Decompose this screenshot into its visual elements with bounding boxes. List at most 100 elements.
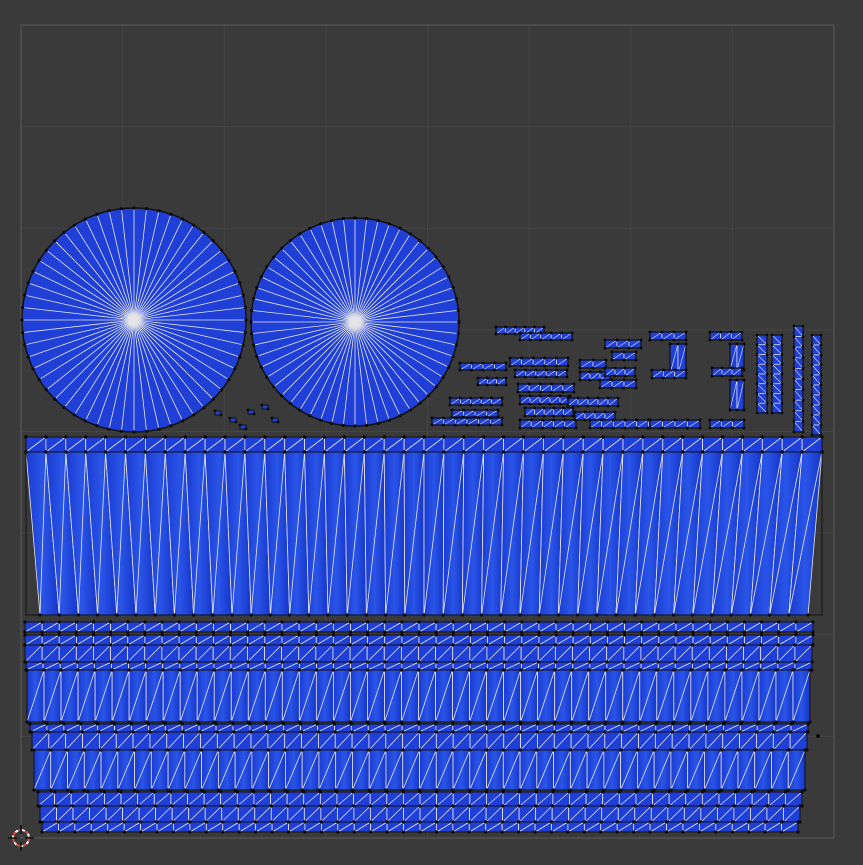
island-vertex	[792, 430, 796, 434]
island-vertex	[318, 790, 322, 794]
island-vertex	[91, 633, 96, 637]
island-vertex	[376, 219, 380, 223]
island-vertex	[345, 613, 349, 617]
island-vertex	[615, 338, 619, 342]
island-vertex	[792, 335, 796, 338]
island-vertex	[774, 668, 778, 672]
island-vertex	[755, 401, 759, 405]
island-vertex	[777, 630, 781, 634]
island-vertex	[62, 230, 66, 235]
vertical-uv-island	[792, 324, 805, 434]
island-vertex	[441, 613, 445, 617]
island-vertex	[742, 342, 746, 346]
island-vertex	[493, 368, 496, 372]
island-vertex	[613, 374, 617, 378]
island-vertex	[74, 630, 78, 634]
island-vertex	[691, 630, 695, 634]
island-vertex	[495, 376, 499, 380]
island-vertex	[442, 435, 446, 439]
island-vertex	[401, 730, 405, 734]
island-vertex	[441, 265, 445, 269]
island-vertex	[819, 333, 823, 337]
island-vertex	[617, 790, 621, 794]
island-vertex	[434, 730, 438, 734]
island-vertex	[178, 660, 182, 664]
island-vertex	[123, 435, 128, 439]
island-vertex	[95, 212, 99, 216]
island-vertex	[551, 748, 556, 752]
island-vertex	[211, 643, 215, 647]
island-vertex	[326, 613, 330, 617]
island-vertex	[581, 450, 585, 454]
island-vertex	[673, 376, 677, 380]
island-vertex	[477, 423, 481, 427]
island-vertex	[650, 376, 654, 380]
vertical-uv-island	[755, 333, 769, 415]
island-vertex	[691, 613, 695, 617]
island-vertex	[250, 748, 254, 752]
island-vertex	[418, 401, 422, 405]
island-vertex	[468, 748, 472, 752]
island-vertex	[523, 325, 527, 329]
island-vertex	[499, 613, 503, 617]
island-vertex	[203, 435, 207, 439]
island-vertex	[759, 643, 763, 647]
island-vertex	[259, 365, 263, 369]
island-vertex	[588, 418, 592, 422]
island-vertex	[102, 790, 107, 794]
island-vertex	[502, 660, 507, 664]
small-uv-island	[566, 396, 620, 408]
uv-islands[interactable]	[20, 206, 824, 834]
island-vertex	[40, 630, 44, 634]
island-vertex	[725, 633, 729, 637]
island-vertex	[74, 633, 78, 637]
island-vertex	[548, 402, 552, 406]
strip-uv-island	[25, 668, 812, 724]
island-vertex	[699, 804, 703, 808]
island-vertex	[194, 643, 198, 647]
island-vertex	[368, 790, 372, 794]
island-vertex	[570, 338, 574, 342]
island-vertex	[76, 720, 80, 724]
island-vertex	[65, 788, 70, 792]
island-vertex	[233, 366, 237, 371]
island-vertex	[365, 643, 369, 647]
island-vertex	[534, 804, 538, 808]
small-uv-island	[516, 382, 576, 394]
island-vertex	[765, 411, 769, 415]
island-vertex	[583, 804, 587, 808]
island-vertex	[670, 730, 674, 734]
island-vertex	[793, 643, 797, 647]
island-vertex	[780, 372, 784, 376]
island-vertex	[537, 620, 541, 624]
island-vertex	[57, 643, 61, 647]
island-vertex	[684, 338, 688, 342]
island-vertex	[502, 730, 506, 734]
island-vertex	[203, 450, 207, 454]
island-vertex	[729, 613, 733, 617]
island-vertex	[757, 668, 761, 672]
island-vertex	[622, 643, 626, 647]
island-vertex	[504, 368, 508, 372]
island-vertex	[603, 410, 607, 414]
island-vertex	[451, 730, 455, 734]
island-vertex	[143, 633, 147, 637]
island-vertex	[315, 722, 320, 726]
uv-canvas[interactable]	[0, 0, 863, 865]
island-vertex	[810, 413, 814, 417]
island-vertex	[672, 338, 676, 342]
island-vertex	[488, 423, 492, 427]
island-vertex	[286, 820, 291, 824]
island-vertex	[811, 620, 815, 624]
island-vertex	[635, 748, 639, 752]
uv-editor-viewport[interactable]	[0, 0, 863, 865]
island-vertex	[265, 265, 269, 269]
island-vertex	[485, 730, 489, 734]
island-vertex	[806, 613, 810, 617]
island-vertex	[448, 396, 452, 400]
island-vertex	[539, 338, 543, 342]
island-vertex	[633, 804, 637, 808]
island-vertex	[627, 346, 631, 350]
island-vertex	[738, 722, 742, 726]
island-vertex	[704, 730, 708, 734]
